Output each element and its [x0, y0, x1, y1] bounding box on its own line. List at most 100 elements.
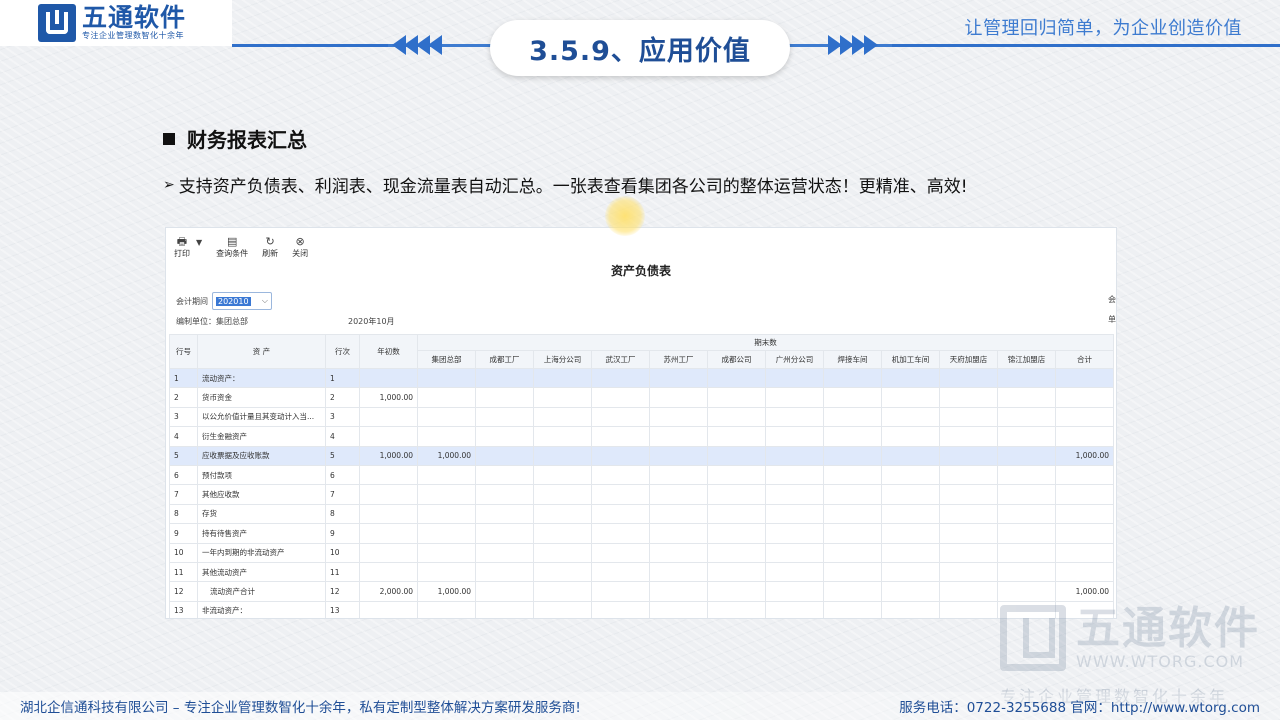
cell-company [533, 387, 592, 408]
cell-asset-name: 流动资产合计 [197, 581, 326, 602]
cell-company [881, 581, 940, 602]
cell-company [475, 406, 534, 428]
cell-company [533, 367, 592, 389]
period-label: 会计期间 [176, 296, 208, 306]
cursor-highlight [605, 196, 645, 236]
table-row[interactable]: 9 持有待售资产 9 [169, 523, 1114, 544]
cell-company [591, 503, 650, 525]
table-row[interactable]: 10 一年内到期的非流动资产 10 [169, 542, 1114, 563]
cell-company [939, 581, 998, 602]
print-label: 打印 [174, 249, 190, 258]
table-row[interactable]: 8 存货 8 [169, 503, 1114, 525]
header-line-no: 行次 [325, 334, 360, 369]
cell-company [939, 406, 998, 428]
close-label: 关闭 [292, 249, 309, 258]
table-row[interactable]: 4 衍生金融资产 4 [169, 426, 1114, 447]
cell-company [881, 600, 940, 618]
filter-icon: ▤ [226, 235, 238, 248]
cell-company [765, 581, 824, 602]
cell-company [997, 484, 1056, 505]
table-row[interactable]: 12 流动资产合计 12 2,000.00 1,000.00 1,000.00 [169, 581, 1114, 602]
cell-company [649, 581, 708, 602]
cell-row-no: 12 [169, 581, 198, 602]
table-row[interactable]: 3 以公允价值计量且其变动计入当... 3 [169, 406, 1114, 428]
cell-company [707, 426, 766, 447]
cell-company [997, 503, 1056, 525]
cell-company [591, 523, 650, 544]
section-heading: 财务报表汇总 [163, 124, 307, 153]
cell-asset-name: 衍生金融资产 [197, 426, 326, 447]
cell-company [939, 503, 998, 525]
chevron-down-icon: ⌵ [261, 296, 268, 305]
cell-row-no: 6 [169, 464, 198, 486]
query-conditions-button[interactable]: ▤ 查询条件 [216, 236, 248, 259]
cell-company [997, 387, 1056, 408]
table-row[interactable]: 6 预付款项 6 [169, 464, 1114, 486]
header-company: 成都公司 [707, 350, 766, 369]
header-company: 广州分公司 [765, 350, 824, 369]
cell-company [765, 561, 824, 583]
page-title: 3.5.9、应用价值 [490, 20, 790, 76]
balance-sheet-table: 行号 资 产 行次 年初数 期末数 集团总部 成都工厂 上海分公司 武汉工厂 苏州工厂成… [169, 334, 1114, 618]
unit-label: 编制单位：集团总部 [176, 317, 248, 326]
cell-company [881, 561, 940, 583]
cell-begin [359, 542, 418, 563]
print-button[interactable]: 🖶 打印 [174, 236, 190, 259]
cell-company [765, 600, 824, 618]
cell-company [765, 523, 824, 544]
cell-asset-name: 应收票据及应收账款 [197, 445, 326, 466]
cell-line-no: 10 [325, 542, 360, 563]
table-row[interactable]: 2 货币资金 2 1,000.00 [169, 387, 1114, 408]
cell-company [475, 600, 534, 618]
cell-company [649, 464, 708, 486]
cell-company [881, 542, 940, 563]
refresh-label: 刷新 [262, 249, 279, 258]
cell-company [707, 581, 766, 602]
cell-company [765, 503, 824, 525]
report-title: 资产负债表 [610, 264, 671, 278]
header-company: 上海分公司 [533, 350, 592, 369]
cell-company [823, 406, 882, 428]
refresh-button[interactable]: ↻ 刷新 [262, 236, 278, 259]
header-company: 焊接车间 [823, 350, 882, 369]
table-row[interactable]: 11 其他流动资产 11 [169, 561, 1114, 583]
cell-company [939, 387, 998, 408]
cell-company [649, 503, 708, 525]
cell-asset-name: 持有待售资产 [197, 523, 326, 544]
cell-begin: 2,000.00 [359, 581, 418, 602]
cell-hq [417, 600, 476, 618]
table-row[interactable]: 1 流动资产： 1 [169, 367, 1114, 389]
period-value: 202010 [216, 296, 251, 306]
cell-hq [417, 387, 476, 408]
cell-company [475, 426, 534, 447]
cell-company [997, 542, 1056, 563]
cell-company [591, 387, 650, 408]
cell-company [823, 464, 882, 486]
period-select[interactable]: 202010 ⌵ [212, 292, 272, 310]
cell-total [1055, 523, 1114, 544]
cell-begin [359, 367, 418, 389]
cell-row-no: 3 [169, 406, 198, 428]
cell-company [939, 600, 998, 618]
close-button[interactable]: ⊗ 关闭 [292, 236, 308, 259]
cell-company [765, 406, 824, 428]
cell-company [939, 561, 998, 583]
cell-company [997, 561, 1056, 583]
header-company: 锦江加盟店 [997, 350, 1056, 369]
chevron-down-icon[interactable]: ▼ [196, 238, 202, 259]
cell-company [533, 406, 592, 428]
cell-company [533, 561, 592, 583]
cell-row-no: 7 [169, 484, 198, 505]
table-row[interactable]: 7 其他应收款 7 [169, 484, 1114, 505]
table-row[interactable]: 5 应收票据及应收账款 5 1,000.00 1,000.00 1,000.00 [169, 445, 1114, 466]
cell-hq [417, 484, 476, 505]
cell-company [765, 387, 824, 408]
cell-begin [359, 484, 418, 505]
cell-line-no: 8 [325, 503, 360, 525]
table-row[interactable]: 13 非流动资产： 13 [169, 600, 1114, 618]
cell-row-no: 9 [169, 523, 198, 544]
cell-line-no: 9 [325, 523, 360, 544]
cell-company [881, 523, 940, 544]
cell-line-no: 5 [325, 445, 360, 466]
cell-begin [359, 464, 418, 486]
